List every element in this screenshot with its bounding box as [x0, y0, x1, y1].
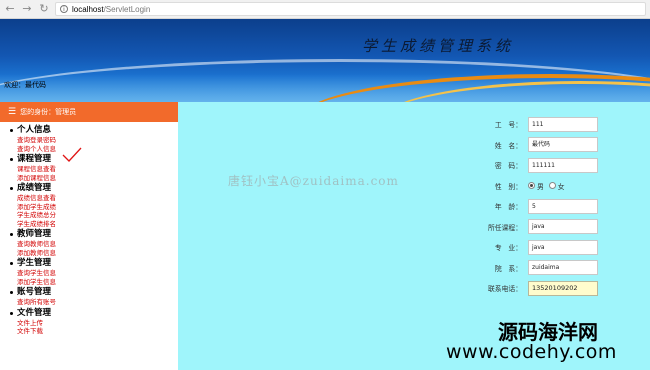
- menu-group: 教师管理 查询教师信息 添加教师信息: [10, 229, 178, 257]
- form-row: 性 别：男女: [473, 176, 598, 197]
- role-bar: ☰ 您的身份：管理员: [0, 102, 178, 122]
- form-row: 院 系： zuidaima: [473, 258, 598, 279]
- watermark-author: 唐钰小宝A@zuidaima.com: [228, 174, 399, 188]
- form-row: 专 业： java: [473, 237, 598, 258]
- form-row: 所任课程： java: [473, 217, 598, 238]
- form-row: 年 龄： 5: [473, 196, 598, 217]
- menu-group-title: 教师管理: [10, 229, 178, 240]
- menu-link[interactable]: 添加学生成绩: [17, 203, 178, 212]
- system-title: 学生成绩管理系统: [362, 37, 515, 55]
- menu-link[interactable]: 文件上传: [17, 319, 178, 328]
- menu-link[interactable]: 添加学生信息: [17, 278, 178, 287]
- menu-group-links: 查询所有账号: [10, 298, 178, 307]
- field-label: 院 系：: [494, 264, 522, 273]
- menu-group-links: 文件上传 文件下载: [10, 319, 178, 336]
- gender-male-radio[interactable]: [528, 182, 535, 190]
- menu-link[interactable]: 添加教师信息: [17, 249, 178, 258]
- field-label: 工 号：: [494, 121, 522, 130]
- menu-link[interactable]: 查询登录密码: [17, 136, 178, 145]
- menu-group-title: 成绩管理: [10, 183, 178, 194]
- field-label: 所任课程：: [488, 223, 522, 232]
- field-label: 年 龄：: [494, 203, 522, 212]
- field-label: 专 业：: [494, 244, 522, 253]
- gender-female-label: 女: [557, 182, 565, 191]
- menu-link[interactable]: 添加课程信息: [17, 174, 178, 183]
- back-arrow-icon[interactable]: ←: [4, 3, 16, 15]
- text-input[interactable]: 最代码: [528, 137, 598, 153]
- menu-link[interactable]: 学生成绩排名: [17, 220, 178, 229]
- menu-group: 账号管理 查询所有账号: [10, 287, 178, 307]
- menu-group-title: 课程管理: [10, 154, 178, 165]
- text-input[interactable]: 13520109202: [528, 280, 598, 296]
- sidebar: ☰ 您的身份：管理员 个人信息 查询登录密码 查询个人信息 课程管理 课程信息查看 添加课…: [0, 102, 178, 370]
- text-input[interactable]: zuidaima: [528, 260, 598, 276]
- watermark-brand-url: www.codehy.com: [446, 341, 617, 363]
- menu-group: 成绩管理 成绩信息查看 添加学生成绩 学生成绩总分 学生成绩排名: [10, 183, 178, 228]
- teacher-info-form: 工 号： 111 姓 名： 最代码密 码： 111111 性 别：男女年 龄： 5 所任课程：…: [473, 114, 598, 299]
- field-label: 性 别：: [494, 182, 522, 191]
- menu-group: 个人信息 查询登录密码 查询个人信息: [10, 125, 178, 153]
- browser-toolbar: ← → ↻ i localhost/ServletLogin: [0, 0, 650, 19]
- menu-group: 课程管理 课程信息查看 添加课程信息: [10, 154, 178, 182]
- field-label: 密 码：: [494, 162, 522, 171]
- text-input[interactable]: java: [528, 219, 598, 235]
- reload-icon[interactable]: ↻: [38, 3, 50, 15]
- forward-arrow-icon[interactable]: →: [21, 3, 33, 15]
- menu-group-title: 账号管理: [10, 287, 178, 298]
- menu-icon: ☰: [8, 107, 17, 117]
- welcome-text: 欢迎：最代码: [4, 81, 46, 89]
- address-text: localhost/ServletLogin: [72, 5, 150, 14]
- menu-link[interactable]: 查询教师信息: [17, 240, 178, 249]
- role-text: 您的身份：管理员: [20, 108, 77, 116]
- url-host: localhost: [72, 4, 104, 14]
- form-row: 工 号： 111: [473, 114, 598, 135]
- menu-group: 文件管理 文件上传 文件下载: [10, 308, 178, 336]
- header-banner: 学生成绩管理系统 欢迎：最代码: [0, 19, 650, 102]
- menu-group-links: 查询教师信息 添加教师信息: [10, 240, 178, 257]
- menu-link[interactable]: 查询所有账号: [17, 298, 178, 307]
- url-path: /ServletLogin: [103, 4, 151, 14]
- text-input[interactable]: java: [528, 239, 598, 255]
- gender-radio-group: 男女: [528, 181, 565, 191]
- gender-female-radio[interactable]: [548, 182, 556, 190]
- menu-group: 学生管理 查询学生信息 添加学生信息: [10, 258, 178, 286]
- form-row: 姓 名： 最代码: [473, 135, 598, 156]
- menu-group-links: 查询登录密码 查询个人信息: [10, 136, 178, 153]
- text-input[interactable]: 111111: [528, 157, 598, 173]
- address-bar[interactable]: i localhost/ServletLogin: [55, 2, 646, 16]
- field-label: 姓 名：: [494, 141, 522, 150]
- menu-link[interactable]: 查询学生信息: [17, 269, 178, 278]
- sidebar-menu: 个人信息 查询登录密码 查询个人信息 课程管理 课程信息查看 添加课程信息 成绩管理 成绩信息…: [0, 122, 178, 336]
- menu-group-title: 个人信息: [10, 125, 178, 136]
- menu-group-title: 文件管理: [10, 308, 178, 319]
- form-row: 密 码： 111111: [473, 155, 598, 176]
- menu-link[interactable]: 文件下载: [17, 327, 178, 336]
- menu-group-links: 课程信息查看 添加课程信息: [10, 165, 178, 182]
- menu-group-links: 查询学生信息 添加学生信息: [10, 269, 178, 286]
- form-row: 联系电话： 13520109202: [473, 278, 598, 299]
- text-input[interactable]: 111: [528, 116, 598, 132]
- menu-group-title: 学生管理: [10, 258, 178, 269]
- field-label: 联系电话：: [488, 285, 522, 294]
- gender-male-label: 男: [537, 182, 544, 191]
- info-icon[interactable]: i: [60, 5, 68, 13]
- menu-group-links: 成绩信息查看 添加学生成绩 学生成绩总分 学生成绩排名: [10, 194, 178, 228]
- text-input[interactable]: 5: [528, 198, 598, 214]
- menu-link[interactable]: 成绩信息查看: [17, 194, 178, 203]
- menu-link[interactable]: 课程信息查看: [17, 165, 178, 174]
- menu-link[interactable]: 查询个人信息: [17, 145, 178, 154]
- menu-link[interactable]: 学生成绩总分: [17, 211, 178, 220]
- checkmark-icon: [62, 147, 82, 162]
